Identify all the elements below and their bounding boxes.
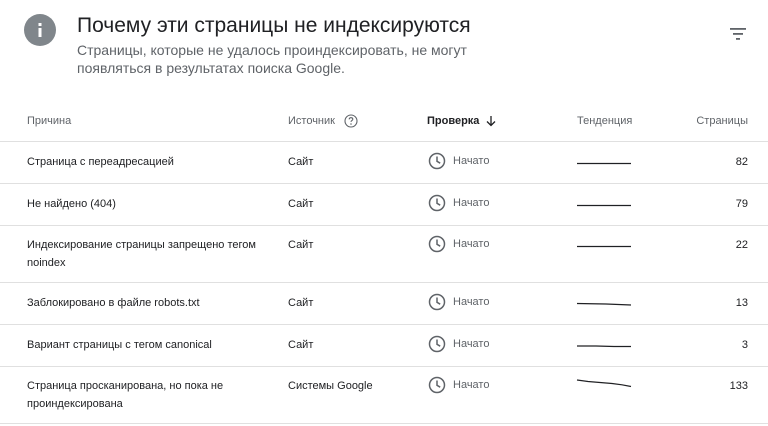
row-source: Сайт bbox=[288, 198, 314, 210]
page-title: Почему эти страницы не индексируются bbox=[77, 14, 471, 37]
trend-sparkline bbox=[577, 245, 631, 248]
trend-sparkline bbox=[577, 345, 631, 348]
row-source: Сайт bbox=[288, 297, 314, 309]
column-header-source[interactable]: Источник bbox=[288, 100, 358, 142]
column-header-trend[interactable]: Тенденция bbox=[577, 100, 632, 142]
row-pages: 22 bbox=[735, 239, 748, 251]
row-source: Сайт bbox=[288, 239, 314, 251]
column-header-reason[interactable]: Причина bbox=[27, 100, 71, 142]
clock-icon bbox=[428, 194, 446, 212]
table-header: Причина Источник Проверка Тенденция Стра… bbox=[0, 100, 768, 142]
page-subtitle: Страницы, которые не удалось проиндексир… bbox=[77, 42, 467, 76]
column-header-pages[interactable]: Страницы bbox=[696, 100, 748, 142]
clock-icon bbox=[428, 293, 446, 311]
clock-icon bbox=[428, 152, 446, 170]
trend-sparkline bbox=[576, 379, 632, 388]
row-reason: Не найдено (404) bbox=[27, 198, 116, 210]
row-source: Сайт bbox=[288, 339, 314, 351]
row-reason: Индексирование страницы запрещено тегом … bbox=[27, 239, 256, 269]
trend-sparkline bbox=[577, 162, 631, 165]
row-status: Начато bbox=[428, 293, 489, 311]
trend-sparkline bbox=[577, 204, 631, 207]
row-pages: 3 bbox=[741, 339, 748, 351]
row-source: Системы Google bbox=[288, 380, 373, 392]
help-icon[interactable] bbox=[344, 114, 358, 128]
row-reason: Заблокировано в файле robots.txt bbox=[27, 297, 200, 309]
page-header: Почему эти страницы не индексируются Стр… bbox=[0, 0, 768, 100]
row-reason: Страница просканирована, но пока не прои… bbox=[27, 380, 224, 410]
table-row[interactable]: Вариант страницы с тегом canonical Сайт … bbox=[0, 325, 768, 367]
clock-icon bbox=[428, 376, 446, 394]
table-row[interactable]: Индексирование страницы запрещено тегом … bbox=[0, 226, 768, 283]
row-status: Начато bbox=[428, 235, 489, 253]
trend-sparkline bbox=[576, 302, 632, 306]
info-icon bbox=[24, 14, 56, 46]
table-row[interactable]: Страница просканирована, но пока не прои… bbox=[0, 367, 768, 424]
row-pages: 79 bbox=[735, 198, 748, 210]
table-row[interactable]: Заблокировано в файле robots.txt Сайт На… bbox=[0, 283, 768, 325]
row-status: Начато bbox=[428, 194, 489, 212]
row-pages: 13 bbox=[735, 297, 748, 309]
clock-icon bbox=[428, 235, 446, 253]
clock-icon bbox=[428, 335, 446, 353]
table-row[interactable]: Страница с переадресацией Сайт Начато 82 bbox=[0, 142, 768, 184]
row-status: Начато bbox=[428, 376, 489, 394]
row-status: Начато bbox=[428, 335, 489, 353]
row-source: Сайт bbox=[288, 156, 314, 168]
column-header-check[interactable]: Проверка bbox=[427, 100, 497, 142]
arrow-down-icon bbox=[486, 116, 496, 127]
filter-button[interactable] bbox=[724, 20, 752, 48]
row-reason: Вариант страницы с тегом canonical bbox=[27, 339, 212, 351]
row-pages: 82 bbox=[735, 156, 748, 168]
row-status: Начато bbox=[428, 152, 489, 170]
row-pages: 133 bbox=[729, 380, 748, 392]
table-row[interactable]: Не найдено (404) Сайт Начато 79 bbox=[0, 184, 768, 226]
row-reason: Страница с переадресацией bbox=[27, 156, 174, 168]
filter-icon bbox=[730, 28, 746, 40]
